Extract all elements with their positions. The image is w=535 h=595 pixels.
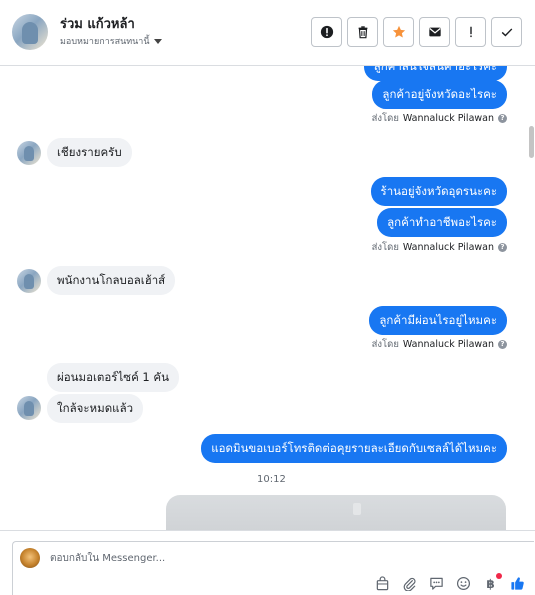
thread-scrollbar[interactable]: [529, 126, 534, 158]
message-timestamp: 10:12: [257, 474, 286, 485]
conversation-header: ร่วม แก้วหล้า มอบหมายการสนทนานี้: [0, 0, 535, 66]
envelope-icon: [428, 27, 441, 37]
like-button[interactable]: [509, 575, 526, 592]
check-icon: [501, 28, 512, 37]
notification-dot: [496, 573, 502, 579]
saved-replies-button[interactable]: [428, 575, 445, 592]
delete-button[interactable]: [347, 17, 378, 47]
thumbs-up-icon: [511, 577, 524, 590]
spam-icon: [320, 25, 333, 39]
contact-avatar-small: [17, 141, 41, 165]
sent-by-label: ส่งโดย Wannaluck Pilawan ?: [372, 240, 507, 255]
sent-by-prefix: ส่งโดย: [371, 339, 399, 350]
paperclip-icon: [403, 577, 416, 591]
help-icon[interactable]: ?: [498, 243, 507, 252]
help-icon[interactable]: ?: [498, 114, 507, 123]
sent-by-agent[interactable]: Wannaluck Pilawan: [403, 113, 494, 124]
sent-by-label: ส่งโดย Wannaluck Pilawan ?: [372, 337, 507, 352]
sent-by-agent[interactable]: Wannaluck Pilawan: [403, 242, 494, 253]
incoming-message[interactable]: ผ่อนมอเตอร์ไซค์ 1 คัน: [47, 363, 179, 392]
outgoing-message[interactable]: ลูกค้าสนใจสินค้าอะไรคะ: [363, 66, 507, 81]
caret-down-icon: [153, 38, 162, 44]
assign-label: มอบหมายการสนทนานี้: [60, 37, 150, 47]
baht-icon: ฿: [486, 576, 495, 591]
shop-button[interactable]: [374, 575, 391, 592]
sent-by-prefix: ส่งโดย: [371, 242, 399, 253]
exclamation-icon: [469, 26, 472, 38]
contact-name[interactable]: ร่วม แก้วหล้า: [60, 13, 135, 34]
messenger-app: ร่วม แก้วหล้า มอบหมายการสนทนานี้ ลูกค้าส…: [0, 0, 535, 595]
contact-avatar-small: [17, 269, 41, 293]
outgoing-message[interactable]: ลูกค้ามีผ่อนไรอยู่ไหมคะ: [369, 306, 507, 335]
incoming-message[interactable]: ใกล้จะหมดแล้ว: [47, 394, 144, 423]
sent-by-prefix: ส่งโดย: [371, 113, 399, 124]
assign-conversation-dropdown[interactable]: มอบหมายการสนทนานี้: [60, 34, 162, 48]
outgoing-message[interactable]: ร้านอยู่จังหวัดอุดรนะคะ: [370, 177, 507, 206]
outgoing-message[interactable]: ลูกค้าทำอาชีพอะไรคะ: [377, 208, 507, 237]
sent-by-agent[interactable]: Wannaluck Pilawan: [403, 339, 494, 350]
contact-avatar-small: [17, 396, 41, 420]
composer-tools: ฿: [374, 573, 526, 592]
mark-unread-button[interactable]: [419, 17, 450, 47]
sent-by-label: ส่งโดย Wannaluck Pilawan ?: [372, 111, 507, 126]
follow-up-button[interactable]: [455, 17, 486, 47]
contact-avatar[interactable]: [12, 14, 48, 50]
shopping-bag-icon: [376, 576, 389, 591]
saved-reply-icon: [430, 577, 443, 590]
help-icon[interactable]: ?: [498, 340, 507, 349]
conversation-toolbar: [311, 17, 522, 47]
emoji-button[interactable]: [455, 575, 472, 592]
outgoing-message[interactable]: ลูกค้าอยู่จังหวัดอะไรคะ: [372, 80, 507, 109]
page-avatar: [20, 548, 40, 568]
attach-button[interactable]: [401, 575, 418, 592]
mark-done-button[interactable]: [491, 17, 522, 47]
incoming-message[interactable]: พนักงานโกลบอลเฮ้าส์: [47, 266, 176, 295]
star-icon: [392, 25, 405, 38]
reply-input[interactable]: [50, 550, 350, 566]
outgoing-message[interactable]: แอดมินขอเบอร์โทรติดต่อคุยรายละเอียดกับเซ…: [201, 434, 507, 463]
reply-composer: ฿: [0, 530, 535, 595]
image-attachment[interactable]: [166, 495, 506, 530]
mark-spam-button[interactable]: [311, 17, 342, 47]
star-button[interactable]: [383, 17, 414, 47]
incoming-message[interactable]: เชียงรายครับ: [47, 138, 132, 167]
trash-icon: [358, 26, 367, 39]
smiley-icon: [456, 576, 471, 591]
payment-button[interactable]: ฿: [482, 573, 502, 592]
message-thread[interactable]: ลูกค้าสนใจสินค้าอะไรคะ ลูกค้าอยู่จังหวัด…: [0, 66, 535, 530]
